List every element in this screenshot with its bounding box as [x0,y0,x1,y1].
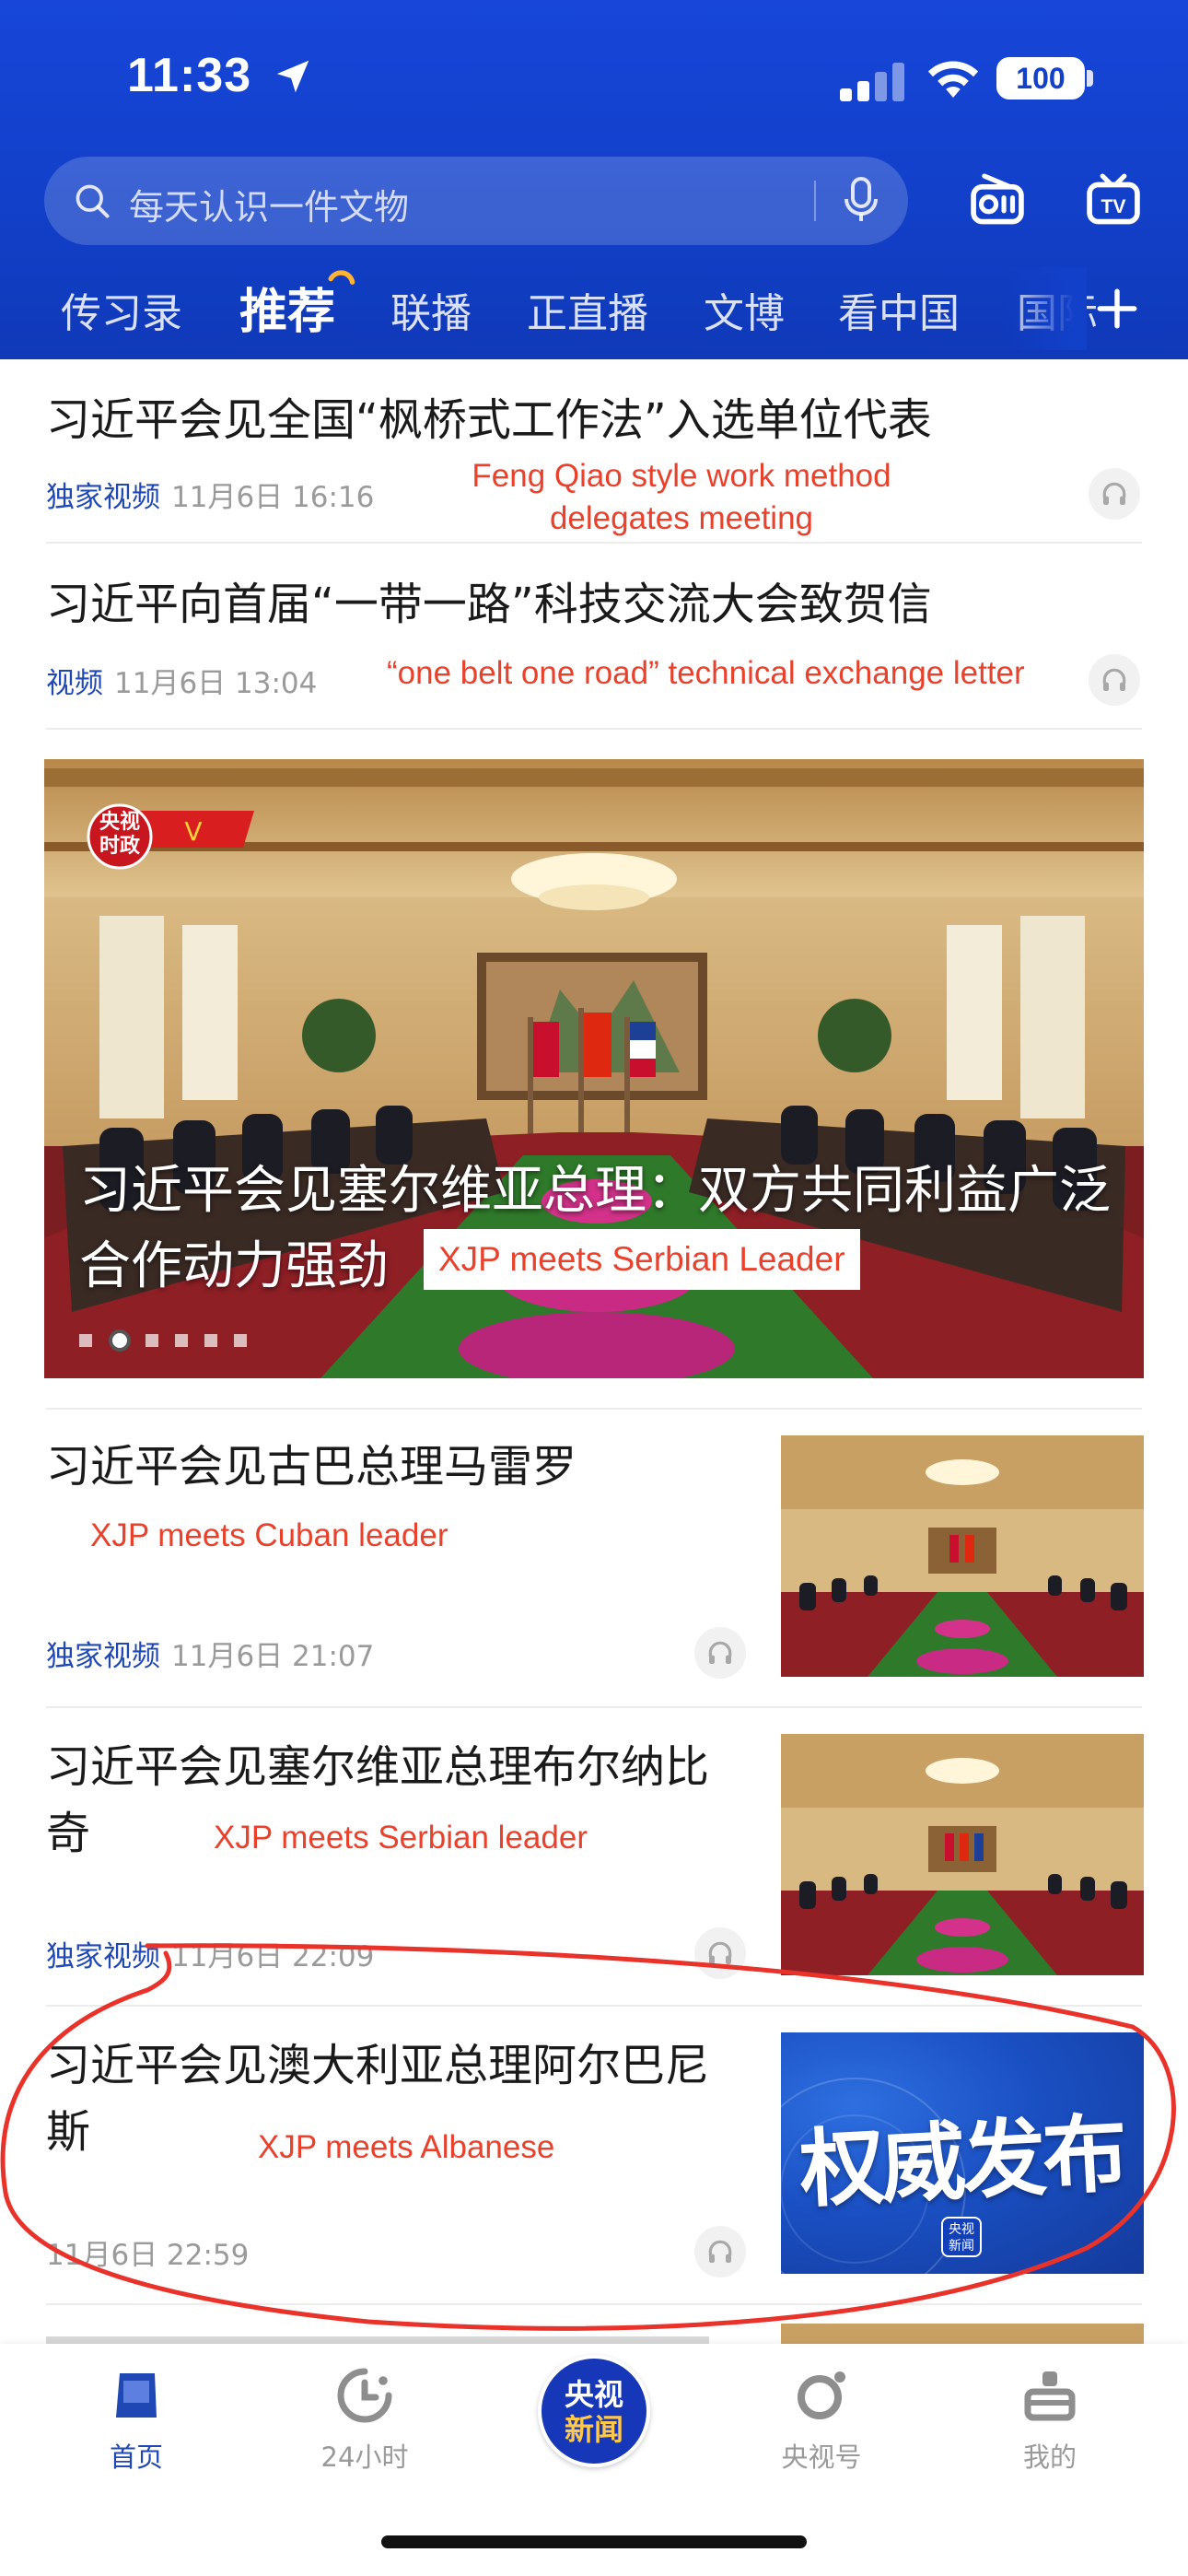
headphones-icon [1102,668,1126,691]
wifi-icon [927,61,979,98]
news-meta: 视频 11月6日 13:04 [46,660,317,701]
news-tag: 独家视频 [46,481,160,514]
divider [46,1408,1142,1410]
nav-home[interactable]: 首页 [63,2366,210,2504]
divider [46,542,1142,544]
news-time: 11月6日 21:07 [171,1640,375,1673]
news-meta: 独家视频 11月6日 21:07 [46,1633,374,1674]
listen-button[interactable] [694,1627,746,1679]
cctv-news-center-button[interactable]: 央视 新闻 [538,2355,650,2467]
logo-line: 央视 [99,811,140,834]
search-divider [814,181,816,221]
svg-text:TV: TV [1101,196,1125,217]
handwritten-annotation: XJP meets Cuban leader [90,1517,448,1553]
next-thumbnail-peek [781,2324,1144,2344]
refresh-arc-icon [328,270,355,285]
listen-button[interactable] [694,2226,746,2277]
headphones-icon [708,1941,732,1964]
meeting-room-thumbnail [781,1435,1144,1677]
battery-level: 100 [996,57,1085,100]
headphones-icon [708,1641,732,1664]
status-time: 11:33 [127,49,252,102]
tv-icon[interactable]: TV [1083,170,1144,230]
badge-line: 新闻 [949,2239,974,2254]
logo-line: 时政 [99,835,140,858]
search-placeholder: 每天认识一件文物 [129,187,410,228]
center-logo-line: 央视 [564,2377,623,2412]
news-meta: 11月6日 22:59 [46,2231,249,2273]
home-indicator [381,2535,807,2548]
tab-lianbo[interactable]: 联播 [390,280,472,339]
battery-tip [1087,70,1093,87]
handwritten-annotation: Feng Qiao style work method delegates me… [442,455,921,540]
nav-label: 我的 [1022,2441,1077,2473]
tab-china[interactable]: 看中国 [838,280,960,339]
cctv-news-badge: 央视 新闻 [941,2217,982,2257]
news-title[interactable]: 习近平会见古巴总理马雷罗 [46,1434,746,1500]
handwritten-annotation: “one belt one road” technical exchange l… [387,655,1025,691]
center-logo-line: 新闻 [564,2412,623,2447]
home-icon [116,2373,157,2418]
divider [46,728,1142,730]
handwritten-annotation: XJP meets Albanese [258,2129,555,2165]
badge-line: 央视 [949,2222,974,2237]
add-channel-icon[interactable] [1094,286,1140,332]
news-tag: 视频 [46,667,103,700]
tabs-fade [1004,267,1087,350]
tab-recommend[interactable]: 推荐 [239,273,335,342]
nav-label: 24小时 [320,2441,409,2473]
location-arrow-icon [276,60,309,93]
svg-text:V: V [184,816,202,847]
listen-button[interactable] [1089,468,1140,520]
divider [46,2005,1142,2007]
status-bar: 11:33 100 [0,0,1188,157]
news-meta: 独家视频 11月6日 16:16 [46,474,374,515]
profile-icon [1024,2371,1076,2421]
clock-icon [337,2368,392,2423]
authoritative-release-thumbnail[interactable]: 权威发布 央视 新闻 [781,2032,1144,2274]
news-thumbnail[interactable] [781,1734,1144,1975]
nav-label: 央视号 [781,2441,862,2473]
news-time: 11月6日 22:09 [171,1940,375,1973]
nav-24hours[interactable]: 24小时 [291,2366,438,2504]
headphones-icon [708,2240,732,2263]
annotation-line: Feng Qiao style work method [472,458,891,494]
annotation-line: delegates meeting [549,500,814,536]
cellular-signal-icon [840,61,904,101]
cctv-logo-text: 央视 时政 [96,811,144,859]
listen-button[interactable] [1089,654,1140,706]
news-time: 11月6日 16:16 [171,481,375,514]
cctv-account-icon [798,2371,845,2419]
handwritten-annotation: XJP meets Serbian leader [214,1820,588,1856]
news-title[interactable]: 习近平向首届“一带一路”科技交流大会致贺信 [46,571,932,638]
news-thumbnail[interactable] [781,1435,1144,1677]
headphones-icon [1102,482,1126,505]
search-icon [76,184,110,218]
news-tag: 独家视频 [46,1640,160,1673]
meeting-room-thumbnail [781,1734,1144,1975]
tab-live[interactable]: 正直播 [527,280,648,339]
news-meta: 独家视频 11月6日 22:09 [46,1933,374,1974]
news-time: 11月6日 22:59 [46,2239,250,2272]
news-title[interactable]: 习近平会见全国“枫桥式工作法”入选单位代表 [46,387,932,453]
divider [46,2303,1142,2305]
next-item-peek [46,2324,728,2344]
app-header: 11:33 100 每天认识一件文物 TV 传习录 推荐 联播 正直播 文博 看… [0,0,1188,359]
microphone-icon[interactable] [838,175,884,227]
thumbnail-headline: 权威发布 [797,2102,1126,2220]
radio-icon[interactable] [967,170,1028,230]
news-time: 11月6日 13:04 [114,667,318,700]
tab-chuanxilu[interactable]: 传习录 [61,280,182,339]
news-tag: 独家视频 [46,1940,160,1973]
nav-label: 首页 [109,2441,163,2473]
search-bar[interactable]: 每天认识一件文物 [44,157,908,245]
listen-button[interactable] [694,1927,746,1979]
divider [46,1706,1142,1708]
channel-tabs: 传习录 推荐 联播 正直播 文博 看中国 国际 [0,267,1188,350]
nav-mine[interactable]: 我的 [976,2366,1124,2504]
featured-banner[interactable]: V 央视 时政 习近平会见塞尔维亚总理：双方共同利益广泛合作动力强劲 XJP m… [44,759,1144,1378]
nav-cctv-account[interactable]: 央视号 [748,2366,895,2504]
handwritten-annotation: XJP meets Serbian Leader [424,1229,860,1290]
tab-wenbo[interactable]: 文博 [704,280,785,339]
